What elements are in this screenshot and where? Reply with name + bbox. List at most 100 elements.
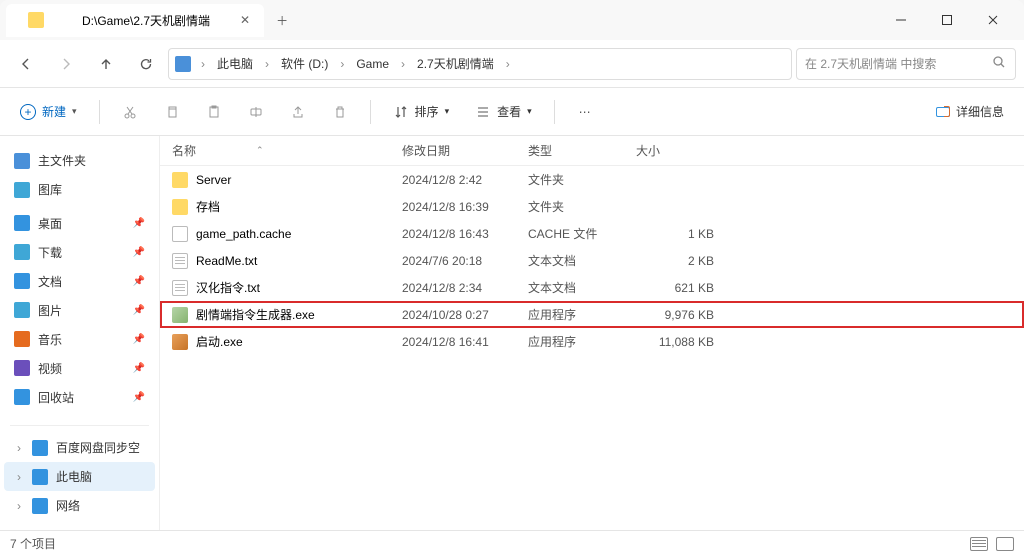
file-list[interactable]: Server2024/12/8 2:42文件夹存档2024/12/8 16:39… [160,166,1024,530]
file-row[interactable]: Server2024/12/8 2:42文件夹 [160,166,1024,193]
sidebar-label: 图库 [38,181,62,198]
breadcrumb-item[interactable]: 2.7天机剧情端 [411,51,500,76]
file-date: 2024/10/28 0:27 [402,308,528,322]
view-button[interactable]: 查看 ▾ [465,97,542,126]
column-type[interactable]: 类型 [528,142,636,159]
file-row[interactable]: 启动.exe2024/12/8 16:41应用程序11,088 KB [160,328,1024,355]
search-icon [991,54,1007,73]
file-name: 剧情端指令生成器.exe [196,306,315,323]
chevron-right-icon: › [336,57,348,71]
tab-close-icon[interactable]: ✕ [240,13,250,27]
rename-button[interactable] [238,96,274,128]
sidebar-item-gallery[interactable]: 图库 [4,175,155,204]
sidebar-item-thispc[interactable]: ›此电脑 [4,462,155,491]
breadcrumb-item[interactable]: Game [350,53,395,75]
column-date[interactable]: 修改日期 [402,142,528,159]
sort-icon [393,104,409,120]
statusbar: 7 个项目 [0,530,1024,556]
more-button[interactable]: ⋯ [567,96,603,128]
pc-icon [32,469,48,485]
sidebar-item-desktop[interactable]: 桌面📌 [4,209,155,238]
file-icon [172,172,188,188]
column-size[interactable]: 大小 [636,142,726,159]
search-placeholder: 在 2.7天机剧情端 中搜索 [805,55,936,72]
breadcrumb-item[interactable]: 软件 (D:) [275,51,334,76]
file-row[interactable]: 剧情端指令生成器.exe 2024/10/28 0:27应用程序9,976 KB [160,301,1024,328]
tab-current[interactable]: D:\Game\2.7天机剧情端 ✕ [6,4,264,37]
breadcrumb[interactable]: › 此电脑 › 软件 (D:) › Game › 2.7天机剧情端 › [168,48,792,80]
copy-button[interactable] [154,96,190,128]
pictures-icon [14,302,30,318]
sidebar-item-network[interactable]: ›网络 [4,491,155,520]
file-row[interactable]: 汉化指令.txt2024/12/8 2:34文本文档621 KB [160,274,1024,301]
sort-button[interactable]: 排序 ▾ [383,97,460,126]
share-button[interactable] [280,96,316,128]
file-type: 文本文档 [528,279,636,296]
back-button[interactable] [8,46,44,82]
home-icon [14,153,30,169]
sidebar-item-trash[interactable]: 回收站📌 [4,383,155,412]
new-button[interactable]: + 新建 ▾ [10,97,87,126]
sidebar-item-pictures[interactable]: 图片📌 [4,296,155,325]
breadcrumb-item[interactable]: 此电脑 [211,51,259,76]
details-button[interactable]: 详细信息 [926,97,1014,126]
pin-icon: 📌 [133,334,145,345]
view-icon [475,104,491,120]
close-button[interactable] [970,4,1016,36]
sidebar-item-home[interactable]: 主文件夹 [4,146,155,175]
cut-button[interactable] [112,96,148,128]
music-icon [14,331,30,347]
pin-icon: 📌 [133,247,145,258]
sidebar-item-documents[interactable]: 文档📌 [4,267,155,296]
maximize-button[interactable] [924,4,970,36]
file-row[interactable]: game_path.cache2024/12/8 16:43CACHE 文件1 … [160,220,1024,247]
file-date: 2024/12/8 16:39 [402,200,528,214]
desktop-icon [14,215,30,231]
file-row[interactable]: ReadMe.txt2024/7/6 20:18文本文档2 KB [160,247,1024,274]
new-tab-button[interactable]: ＋ [264,4,300,37]
file-icon [172,307,188,323]
column-name[interactable]: 名称⌃ [172,142,402,159]
file-size: 9,976 KB [636,308,726,322]
network-icon [32,498,48,514]
sidebar-item-videos[interactable]: 视频📌 [4,354,155,383]
paste-button[interactable] [196,96,232,128]
view-large-icon[interactable] [996,537,1014,551]
sidebar-item-music[interactable]: 音乐📌 [4,325,155,354]
view-details-icon[interactable] [970,537,988,551]
file-row[interactable]: 存档2024/12/8 16:39文件夹 [160,193,1024,220]
sidebar-item-baidu[interactable]: ›百度网盘同步空 [4,433,155,462]
file-type: 应用程序 [528,306,636,323]
up-button[interactable] [88,46,124,82]
search-input[interactable]: 在 2.7天机剧情端 中搜索 [796,48,1016,80]
delete-button[interactable] [322,96,358,128]
plus-icon: + [20,104,36,120]
video-icon [14,360,30,376]
content-area: 主文件夹 图库 桌面📌 下载📌 文档📌 图片📌 音乐📌 视频📌 回收站📌 ›百度… [0,136,1024,530]
status-count: 7 个项目 [10,535,56,552]
chevron-right-icon: › [261,57,273,71]
file-icon [172,199,188,215]
file-size: 11,088 KB [636,335,726,349]
file-date: 2024/12/8 2:42 [402,173,528,187]
refresh-button[interactable] [128,46,164,82]
trash-icon [14,389,30,405]
navbar: › 此电脑 › 软件 (D:) › Game › 2.7天机剧情端 › 在 2.… [0,40,1024,88]
column-headers: 名称⌃ 修改日期 类型 大小 [160,136,1024,166]
sidebar-label: 百度网盘同步空 [56,439,140,456]
baidu-icon [32,440,48,456]
sidebar-label: 视频 [38,360,62,377]
chevron-right-icon: › [14,499,24,513]
window-controls [878,4,1016,36]
file-type: 文件夹 [528,198,636,215]
file-type: 应用程序 [528,333,636,350]
toolbar: + 新建 ▾ 排序 ▾ 查看 ▾ ⋯ 详细信息 [0,88,1024,136]
minimize-button[interactable] [878,4,924,36]
download-icon [14,244,30,260]
pin-icon: 📌 [133,392,145,403]
file-name: 启动.exe [196,333,243,350]
forward-button[interactable] [48,46,84,82]
documents-icon [14,273,30,289]
chevron-right-icon: › [14,470,24,484]
sidebar-item-downloads[interactable]: 下载📌 [4,238,155,267]
